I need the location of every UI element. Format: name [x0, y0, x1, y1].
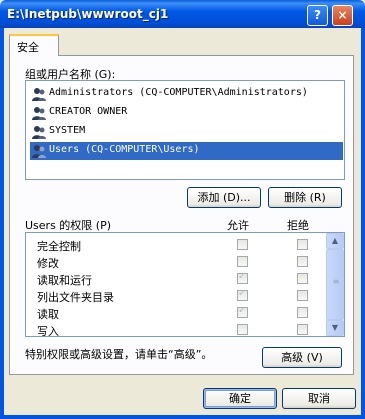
list-item-user[interactable]: CREATOR OWNER — [30, 104, 343, 122]
permissions-label: Users 的权限 (P) — [25, 219, 112, 232]
permission-row: 列出文件夹目录 ✓ — [26, 287, 326, 304]
allow-column-header: 允许 — [227, 219, 249, 232]
deny-checkbox[interactable] — [297, 273, 308, 284]
ok-button[interactable]: 确定 — [203, 388, 277, 409]
list-item-user[interactable]: Administrators (CQ-COMPUTER\Administrato… — [30, 85, 343, 103]
permission-row: 完全控制 — [26, 236, 326, 253]
allow-checkbox[interactable] — [237, 256, 248, 267]
checkmark-icon: ✓ — [238, 288, 247, 299]
allow-checkbox-checked[interactable]: ✓ — [237, 288, 248, 301]
permission-row: 读取和运行 ✓ — [26, 270, 326, 287]
window-frame-left — [0, 28, 4, 419]
grip-icon: ≡ — [332, 277, 340, 286]
scroll-down-icon[interactable]: ▼ — [326, 320, 344, 336]
checkmark-icon: ✓ — [238, 271, 247, 282]
advanced-button[interactable]: 高级 (V) — [262, 347, 342, 368]
close-button[interactable]: × — [332, 5, 353, 26]
allow-checkbox[interactable] — [237, 324, 248, 335]
user-group-icon — [32, 126, 46, 139]
window-frame-right — [361, 28, 365, 419]
permission-name: 写入 — [37, 325, 59, 337]
allow-checkbox-checked[interactable]: ✓ — [237, 271, 248, 284]
list-item-user[interactable]: SYSTEM — [30, 123, 343, 141]
permissions-scrollbar[interactable]: ▲ ≡ ▼ — [326, 233, 344, 336]
advanced-hint-text: 特别权限或高级设置，请单击“高级”。 — [25, 348, 213, 361]
window-title: E:\Inetpub\wwwroot_cj1 — [7, 7, 169, 21]
permission-row: 修改 — [26, 253, 326, 270]
permissions-list[interactable]: 完全控制 修改 读取和运行 ✓ 列出文件夹目录 ✓ 读取 ✓ 写入 ▲ ≡ ▼ — [25, 232, 345, 337]
list-item-user-selected[interactable]: Users (CQ-COMPUTER\Users) — [30, 142, 343, 160]
checkmark-icon: ✓ — [238, 305, 247, 316]
permission-row: 读取 ✓ — [26, 304, 326, 321]
deny-checkbox[interactable] — [297, 290, 308, 301]
remove-button[interactable]: 删除 (R) — [268, 187, 342, 208]
user-group-icon — [32, 107, 46, 120]
deny-column-header: 拒绝 — [287, 219, 309, 232]
help-button[interactable]: ? — [307, 5, 328, 26]
permission-row: 写入 — [26, 321, 326, 337]
user-name: Administrators (CQ-COMPUTER\Administrato… — [49, 87, 308, 98]
allow-checkbox-checked[interactable]: ✓ — [237, 305, 248, 318]
user-name: CREATOR OWNER — [49, 106, 128, 117]
permission-name: 修改 — [37, 257, 59, 270]
tab-security[interactable]: 安全 — [9, 34, 59, 56]
permission-name: 读取和运行 — [37, 274, 92, 287]
deny-checkbox[interactable] — [297, 307, 308, 318]
permission-name: 完全控制 — [37, 240, 81, 253]
cancel-button[interactable]: 取消 — [282, 388, 356, 409]
user-group-icon — [32, 88, 46, 101]
window-frame-bottom — [0, 415, 365, 419]
deny-checkbox[interactable] — [297, 239, 308, 250]
deny-checkbox[interactable] — [297, 324, 308, 335]
permission-name: 列出文件夹目录 — [37, 291, 114, 304]
allow-checkbox[interactable] — [237, 239, 248, 250]
title-bar[interactable]: E:\Inetpub\wwwroot_cj1 ? × — [0, 0, 365, 28]
users-list[interactable]: Administrators (CQ-COMPUTER\Administrato… — [25, 80, 345, 180]
user-group-icon — [32, 145, 46, 158]
add-button[interactable]: 添加 (D)... — [187, 187, 261, 208]
scroll-thumb[interactable]: ≡ — [326, 249, 344, 320]
user-name: SYSTEM — [49, 125, 86, 136]
user-name: Users (CQ-COMPUTER\Users) — [49, 144, 200, 155]
deny-checkbox[interactable] — [297, 256, 308, 267]
permission-name: 读取 — [37, 308, 59, 321]
tab-security-label: 安全 — [17, 41, 39, 54]
scroll-up-icon[interactable]: ▲ — [326, 233, 344, 249]
